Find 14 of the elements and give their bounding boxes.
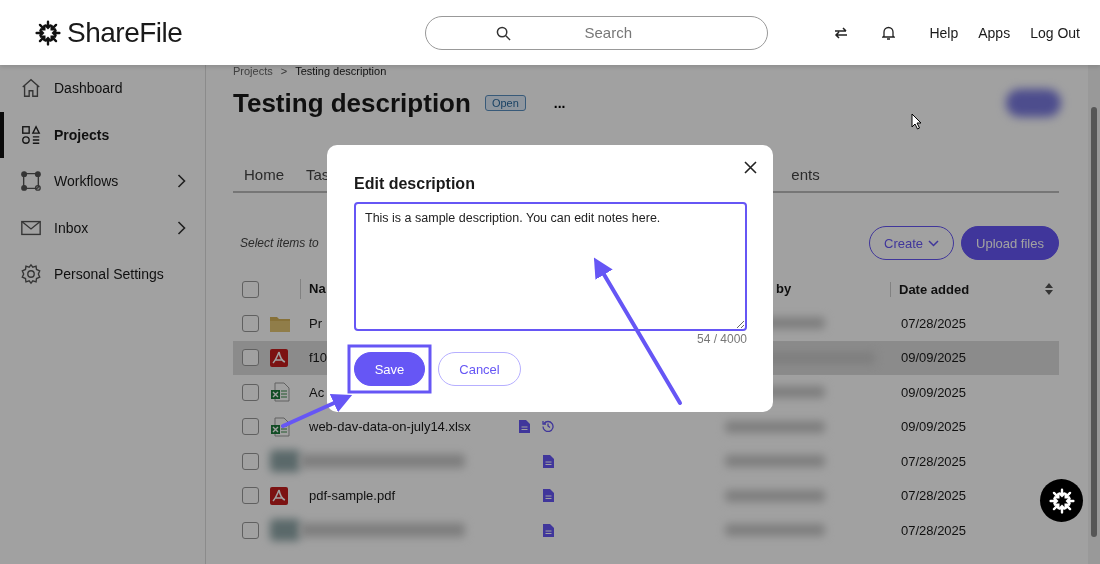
date-cell-text: 09/09/2025 bbox=[900, 419, 968, 435]
breadcrumb-separator: > bbox=[280, 65, 288, 77]
date-cell-text: 07/28/2025 bbox=[900, 522, 968, 538]
date-cell-text: 07/28/2025 bbox=[900, 488, 968, 504]
date-cell-text: 09/09/2025 bbox=[900, 350, 968, 366]
logo-text: ShareFile bbox=[67, 16, 183, 49]
date-cell-text: 07/28/2025 bbox=[900, 453, 968, 469]
dialog-title: Edit description bbox=[354, 174, 476, 194]
status-badge: Open bbox=[484, 95, 526, 111]
date-cell-text: 09/09/2025 bbox=[900, 384, 968, 400]
character-counter: 54 / 4000 bbox=[696, 331, 747, 347]
selection-hint: Select items to bbox=[239, 236, 320, 250]
date-cell-text: 07/28/2025 bbox=[900, 315, 968, 331]
project-title: Testing description bbox=[233, 87, 471, 119]
